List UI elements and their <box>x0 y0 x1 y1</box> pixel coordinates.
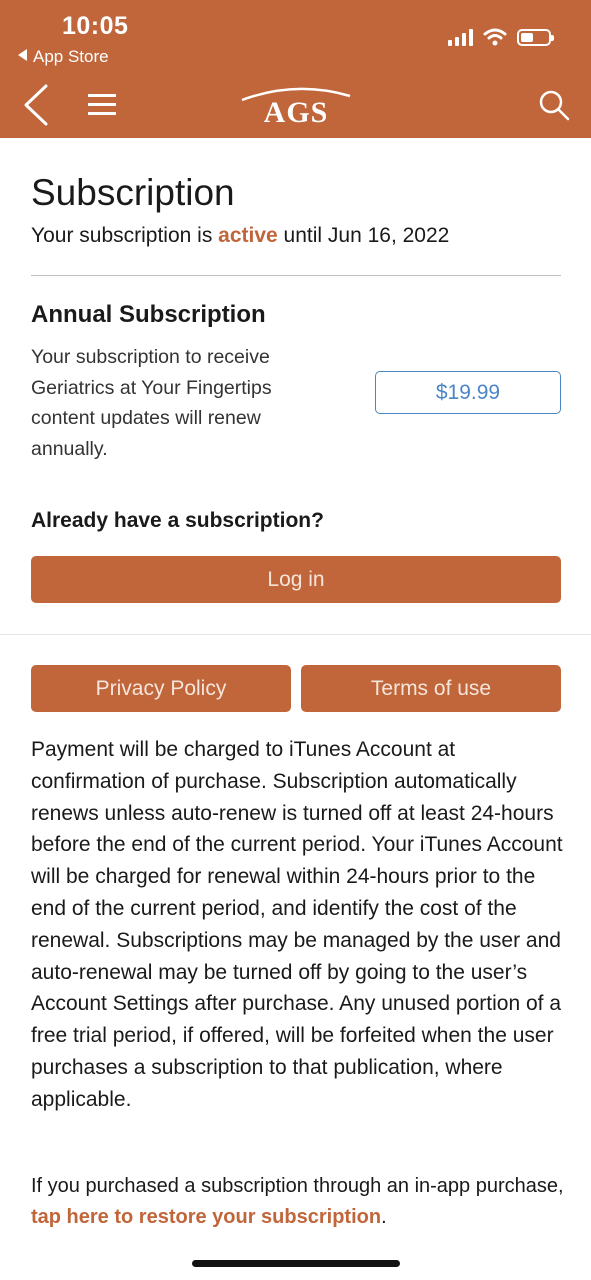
restore-prefix: If you purchased a subscription through … <box>31 1175 564 1197</box>
status-icons <box>448 28 554 46</box>
restore-suffix: . <box>381 1206 387 1228</box>
ags-logo: AGS <box>240 84 352 132</box>
status-active-word: active <box>218 224 278 247</box>
back-app-label: App Store <box>33 47 109 66</box>
battery-icon <box>517 28 554 46</box>
chevron-left-icon[interactable] <box>20 84 50 126</box>
status-prefix: Your subscription is <box>31 224 219 247</box>
logo-text: AGS <box>263 96 329 129</box>
already-subscribed-prompt: Already have a subscription? <box>31 509 324 532</box>
section-divider-2 <box>0 634 591 635</box>
section-divider <box>31 275 561 276</box>
hamburger-icon[interactable] <box>87 92 117 118</box>
restore-subscription-link[interactable]: tap here to restore your subscription <box>31 1206 381 1228</box>
legal-text: Payment will be charged to iTunes Accoun… <box>31 738 563 1111</box>
home-indicator <box>192 1260 400 1267</box>
terms-of-use-button[interactable]: Terms of use <box>301 665 561 712</box>
back-triangle-icon <box>18 49 27 61</box>
search-icon[interactable] <box>537 88 571 122</box>
privacy-policy-button[interactable]: Privacy Policy <box>31 665 291 712</box>
restore-text: If you purchased a subscription through … <box>31 1171 566 1233</box>
status-time: 10:05 <box>62 12 129 40</box>
cellular-signal-icon <box>448 28 473 46</box>
subscription-status: Your subscription is active until Jun 16… <box>31 224 449 248</box>
annual-subscription-title: Annual Subscription <box>31 301 266 328</box>
back-to-app-store-link[interactable]: App Store <box>18 47 109 67</box>
login-button[interactable]: Log in <box>31 556 561 603</box>
wifi-icon <box>483 28 507 46</box>
status-suffix: until Jun 16, 2022 <box>277 224 450 247</box>
app-header: 10:05 App Store AGS <box>0 0 591 138</box>
annual-subscription-description: Your subscription to receive Geriatrics … <box>31 346 272 460</box>
page-title: Subscription <box>31 172 235 213</box>
price-button[interactable]: $19.99 <box>375 371 561 414</box>
